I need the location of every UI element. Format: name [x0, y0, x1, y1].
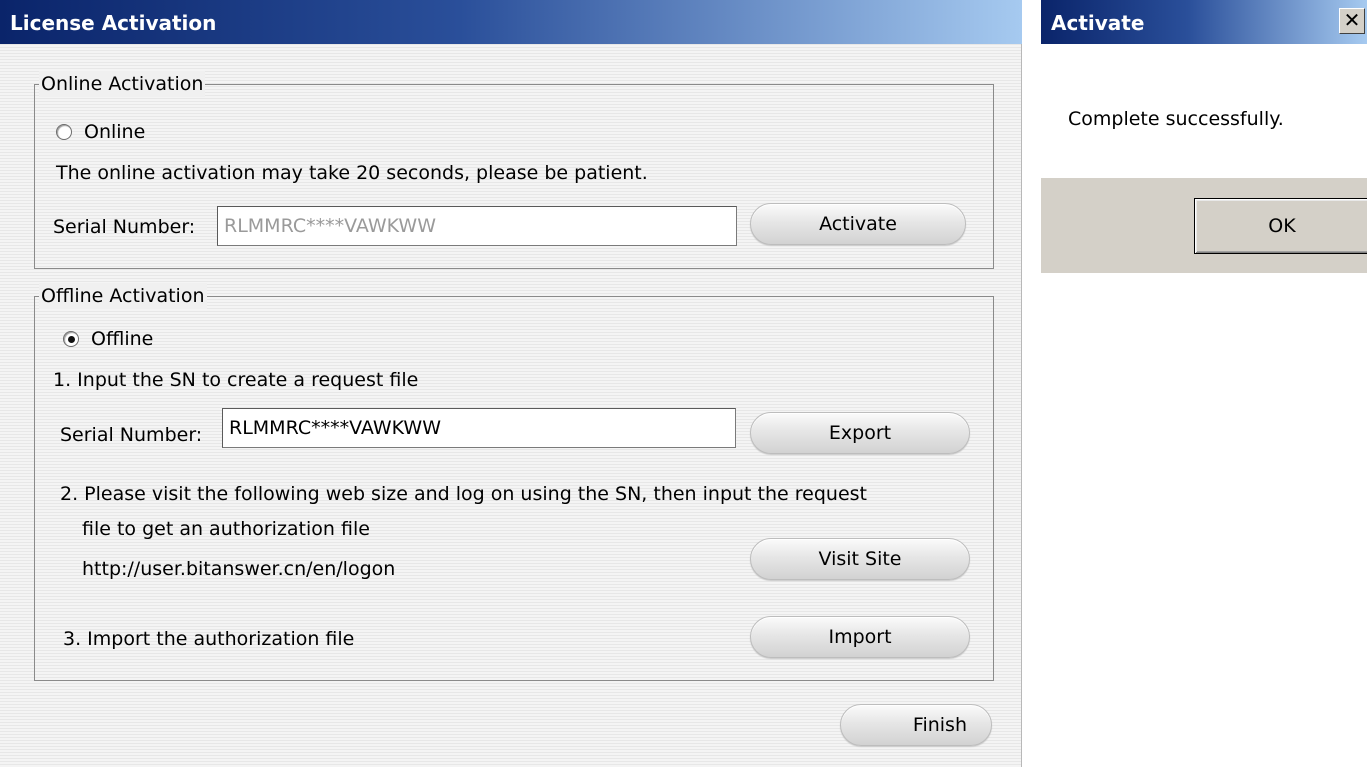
online-serial-input[interactable]: RLMMRC****VAWKWW: [217, 206, 737, 246]
license-activation-window: License Activation Online Activation Onl…: [0, 0, 1022, 767]
online-radio[interactable]: Online: [56, 121, 145, 143]
online-serial-label: Serial Number:: [53, 216, 196, 238]
step1-text: 1. Input the SN to create a request file: [53, 369, 419, 391]
import-button[interactable]: Import: [750, 616, 970, 658]
dialog-body: Complete successfully.: [1041, 44, 1367, 178]
dialog-title: Activate: [1041, 0, 1367, 44]
offline-radio[interactable]: Offline: [63, 328, 153, 350]
logon-url[interactable]: http://user.bitanswer.cn/en/logon: [82, 556, 395, 582]
export-button[interactable]: Export: [750, 412, 970, 454]
offline-activation-legend: Offline Activation: [39, 283, 207, 309]
radio-checked-icon: [63, 331, 79, 347]
offline-serial-input[interactable]: RLMMRC****VAWKWW: [222, 408, 736, 448]
visit-site-button[interactable]: Visit Site: [750, 538, 970, 580]
ok-button[interactable]: OK: [1194, 198, 1367, 254]
step3-text: 3. Import the authorization file: [63, 628, 355, 650]
online-radio-label: Online: [84, 121, 146, 143]
activate-button[interactable]: Activate: [750, 203, 966, 245]
step2-line1: 2. Please visit the following web size a…: [60, 483, 867, 505]
finish-button[interactable]: Finish: [840, 704, 992, 746]
online-note: The online activation may take 20 second…: [56, 162, 648, 184]
online-activation-legend: Online Activation: [39, 71, 206, 97]
offline-radio-label: Offline: [91, 328, 154, 350]
dialog-message: Complete successfully.: [1068, 108, 1284, 130]
close-icon[interactable]: ✕: [1339, 8, 1365, 34]
step2-line2: file to get an authorization file: [82, 518, 370, 540]
offline-serial-label: Serial Number:: [60, 424, 203, 446]
window-title: License Activation: [0, 0, 1022, 44]
radio-unchecked-icon: [56, 124, 72, 140]
activate-dialog: Activate ✕ Complete successfully. OK: [1041, 0, 1367, 273]
